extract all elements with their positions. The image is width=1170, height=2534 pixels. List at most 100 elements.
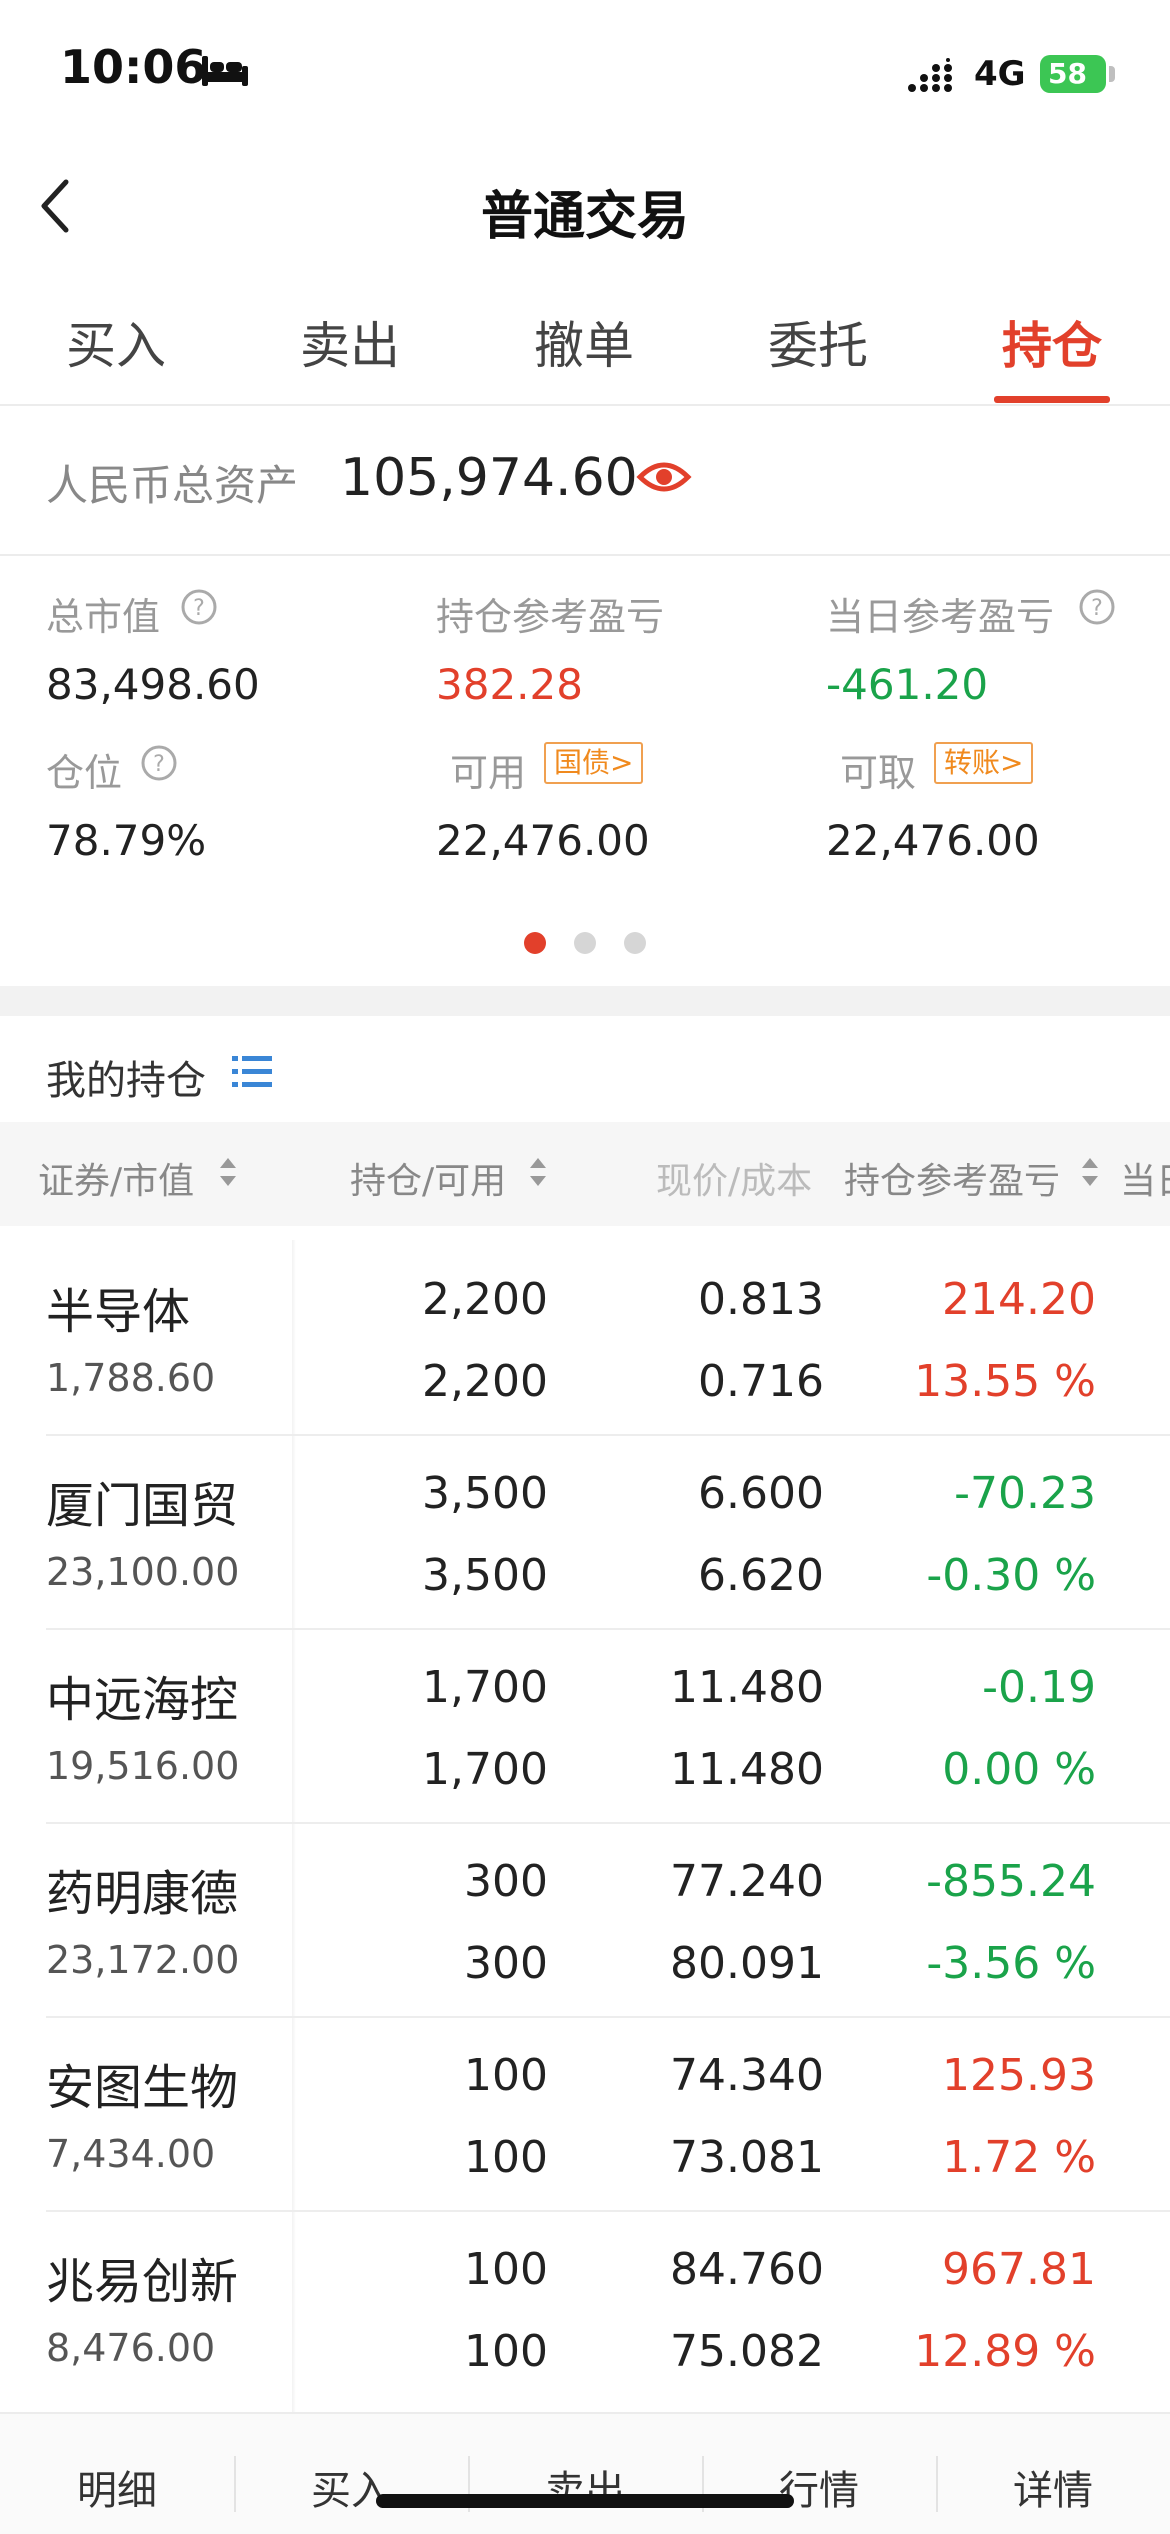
position-ratio-label: 仓位 [46,751,123,795]
security-name: 中远海控 [46,1672,239,1728]
available-qty: 300 [464,1938,548,1989]
market-value: 83,498.60 [46,660,260,709]
pnl-value: -0.19 [982,1662,1096,1713]
sort-icon[interactable] [218,1154,238,1190]
transfer-tag[interactable]: 转账> [934,742,1034,784]
col-position-pnl[interactable]: 持仓参考盈亏 [844,1152,1060,1204]
cost-price: 73.081 [670,2132,824,2183]
tab-orders[interactable]: 委托 [728,306,908,378]
available-label: 可用 [450,751,527,795]
position-qty: 2,200 [422,1274,548,1325]
sleep-focus-icon [202,56,248,86]
help-icon[interactable]: ? [1078,588,1116,626]
treasury-bond-tag[interactable]: 国债> [544,742,644,784]
position-ratio-value: 78.79% [46,816,207,865]
current-price: 74.340 [670,2050,824,2101]
network-type: 4G [974,54,1026,94]
assets-divider [0,554,1170,556]
pager-dot-1[interactable] [524,932,546,954]
available-qty: 100 [464,2132,548,2183]
cost-price: 80.091 [670,1938,824,1989]
battery-tip [1109,66,1115,82]
pnl-percent: 1.72 % [942,2132,1096,2183]
pnl-value: 125.93 [942,2050,1096,2101]
current-price: 84.760 [670,2244,824,2295]
withdrawable-value: 22,476.00 [826,816,1040,865]
info-button[interactable]: 详情 [936,2458,1170,2516]
available-qty: 100 [464,2326,548,2377]
pnl-percent: -3.56 % [926,1938,1096,1989]
withdrawable-label: 可取 [840,751,917,795]
active-tab-indicator [994,396,1110,403]
col-security[interactable]: 证券/市值 [38,1152,194,1204]
position-qty: 100 [464,2050,548,2101]
available-value: 22,476.00 [436,816,650,865]
available-qty: 2,200 [422,1356,548,1407]
position-qty: 300 [464,1856,548,1907]
col-price[interactable]: 现价/成本 [656,1152,812,1204]
pager-dot-3[interactable] [624,932,646,954]
tab-sell[interactable]: 卖出 [260,306,440,378]
pnl-value: -70.23 [954,1468,1096,1519]
sort-icon[interactable] [1080,1154,1100,1190]
current-price: 11.480 [670,1662,824,1713]
current-price: 77.240 [670,1856,824,1907]
tabs-divider [0,404,1170,406]
position-pnl-value: 382.28 [436,660,583,709]
pnl-percent: 12.89 % [914,2326,1096,2377]
signal-icon [908,58,952,92]
tab-cancel[interactable]: 撤单 [494,306,674,378]
home-indicator[interactable] [376,2494,794,2508]
security-market-value: 7,434.00 [46,2132,216,2176]
battery-icon: 58 [1040,55,1106,93]
daily-pnl-label: 当日参考盈亏 [826,595,1055,639]
help-icon[interactable]: ? [140,744,178,782]
security-name: 厦门国贸 [46,1478,239,1534]
pnl-value: 967.81 [942,2244,1096,2295]
details-button[interactable]: 明细 [0,2458,234,2516]
pnl-value: 214.20 [942,1274,1096,1325]
pnl-value: -855.24 [926,1856,1096,1907]
svg-text:?: ? [193,596,205,621]
position-qty: 1,700 [422,1662,548,1713]
pnl-percent: 13.55 % [914,1356,1096,1407]
security-market-value: 23,172.00 [46,1938,240,1982]
cost-price: 11.480 [670,1744,824,1795]
pnl-percent: 0.00 % [942,1744,1096,1795]
total-assets-label: 人民币总资产 [46,461,299,510]
eye-icon[interactable] [636,455,692,499]
col-daily[interactable]: 当日 [1120,1152,1170,1204]
available-qty: 1,700 [422,1744,548,1795]
col-position[interactable]: 持仓/可用 [350,1152,506,1204]
security-market-value: 1,788.60 [46,1356,216,1400]
security-name: 半导体 [46,1284,191,1340]
svg-text:?: ? [153,752,165,777]
section-gap [0,986,1170,1016]
help-icon[interactable]: ? [180,588,218,626]
position-pnl-label: 持仓参考盈亏 [436,595,665,639]
list-icon[interactable] [232,1052,274,1092]
page-title: 普通交易 [480,187,689,247]
current-price: 6.600 [698,1468,824,1519]
sort-icon[interactable] [528,1154,548,1190]
market-value-label: 总市值 [46,595,161,639]
security-market-value: 19,516.00 [46,1744,240,1788]
security-name: 药明康德 [46,1866,239,1922]
tab-buy[interactable]: 买入 [26,306,206,378]
current-price: 0.813 [698,1274,824,1325]
position-qty: 100 [464,2244,548,2295]
holdings-title: 我的持仓 [46,1058,206,1104]
total-assets-value: 105,974.60 [340,448,638,508]
cost-price: 0.716 [698,1356,824,1407]
security-name: 兆易创新 [46,2254,239,2310]
status-time: 10:06 [60,40,207,94]
position-qty: 3,500 [422,1468,548,1519]
cost-price: 75.082 [670,2326,824,2377]
pnl-percent: -0.30 % [926,1550,1096,1601]
security-market-value: 23,100.00 [46,1550,240,1594]
daily-pnl-value: -461.20 [826,660,989,709]
available-qty: 3,500 [422,1550,548,1601]
pager-dot-2[interactable] [574,932,596,954]
tab-holdings[interactable]: 持仓 [962,306,1142,378]
svg-text:?: ? [1091,596,1103,621]
